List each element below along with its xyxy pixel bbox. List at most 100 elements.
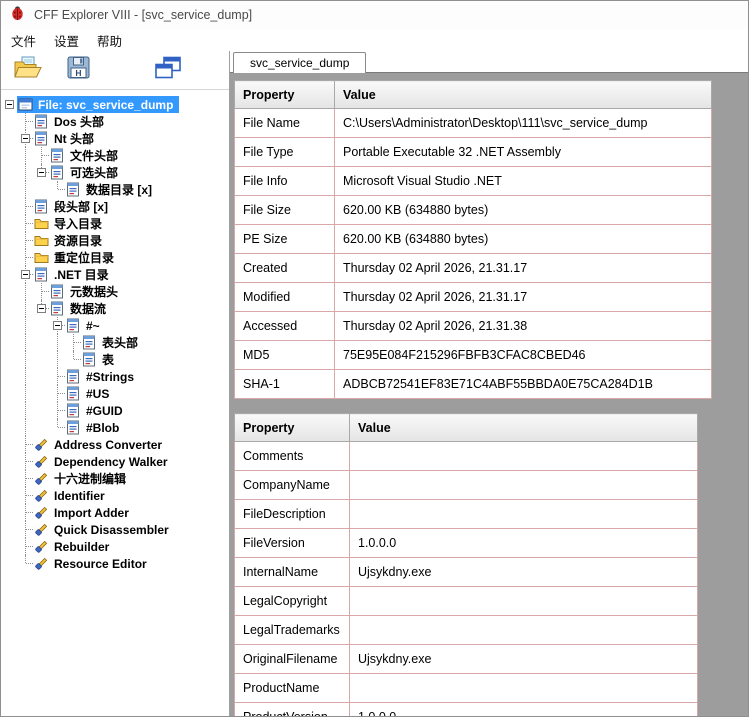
grid-row-fileversion[interactable]: FileVersion 1.0.0.0 — [234, 528, 698, 558]
grid-row-legaltrademarks[interactable]: LegalTrademarks — [234, 615, 698, 645]
tree-item-label: Resource Editor — [54, 556, 147, 571]
tree-item-address-converter[interactable]: Address Converter — [1, 436, 229, 453]
tree-item-file-header[interactable]: 文件头部 — [1, 147, 229, 164]
tree-guide — [33, 181, 49, 198]
grid-row-sha-1[interactable]: SHA-1 ADBCB72541EF83E71C4ABF55BBDA0E75CA2… — [234, 369, 712, 399]
tree-item-resource-directory[interactable]: 资源目录 — [1, 232, 229, 249]
tree-item-optional-header[interactable]: 可选头部 — [1, 164, 229, 181]
tree-item-nt-headers[interactable]: Nt 头部 — [1, 130, 229, 147]
tree-item-relocation-directory[interactable]: 重定位目录 — [1, 249, 229, 266]
tree-guide — [1, 300, 17, 317]
tree-expander-minus[interactable] — [36, 168, 46, 177]
tree-expander-minus[interactable] — [52, 321, 62, 330]
tree-item-content: 数据流 — [49, 300, 112, 317]
tree-guide — [17, 555, 33, 572]
tree-item-net-directory[interactable]: .NET 目录 — [1, 266, 229, 283]
tree-item-streams[interactable]: 数据流 — [1, 300, 229, 317]
tree-expander-minus[interactable] — [20, 134, 30, 143]
tree-item-file-root[interactable]: File: svc_service_dump — [1, 96, 229, 113]
tree-guide — [1, 504, 17, 521]
tree-guide — [1, 538, 17, 555]
tree-guide — [17, 419, 33, 436]
tree-guide — [17, 521, 33, 538]
grid-row-comments[interactable]: Comments — [234, 441, 698, 471]
tree-item-label: Address Converter — [54, 437, 163, 452]
menu-help[interactable]: 帮助 — [88, 29, 131, 52]
tree-item-data-directories[interactable]: 数据目录 [x] — [1, 181, 229, 198]
tree-item-identifier[interactable]: Identifier — [1, 487, 229, 504]
tree-guide — [1, 249, 17, 266]
tree-expander-minus[interactable] — [4, 100, 14, 109]
tree-guide — [17, 130, 33, 147]
grid-row-productversion[interactable]: ProductVersion1.0.0.0 — [234, 702, 698, 716]
tree-item-tables-header[interactable]: 表头部 — [1, 334, 229, 351]
tree-item-rebuilder[interactable]: Rebuilder — [1, 538, 229, 555]
save-file-button[interactable]: H — [61, 54, 95, 86]
header-icon — [49, 284, 65, 300]
tree-item-label: Rebuilder — [54, 539, 110, 554]
open-file-button[interactable] — [11, 54, 45, 86]
switch-windows-button[interactable] — [151, 54, 185, 86]
property-cell: PE Size — [234, 224, 335, 254]
tree-item-tables[interactable]: 表 — [1, 351, 229, 368]
tree-item-stream-blob[interactable]: #Blob — [1, 419, 229, 436]
tree-guide — [17, 283, 33, 300]
folder-icon — [33, 233, 49, 249]
tree-expander-minus[interactable] — [36, 304, 46, 313]
tree-item-section-headers[interactable]: 段头部 [x] — [1, 198, 229, 215]
tree-item-stream-strings[interactable]: #Strings — [1, 368, 229, 385]
grid-row-originalfilename[interactable]: OriginalFilename Ujsykdny.exe — [234, 644, 698, 674]
header-icon — [33, 199, 49, 215]
tree-guide — [17, 249, 33, 266]
menu-file[interactable]: 文件 — [2, 29, 45, 52]
grid-row-modified[interactable]: Modified Thursday 02 April 2026, 21.31.17 — [234, 282, 712, 312]
grid-row-accessed[interactable]: Accessed Thursday 02 April 2026, 21.31.38 — [234, 311, 712, 341]
grid-row-pe-size[interactable]: PE Size 620.00 KB (634880 bytes) — [234, 224, 712, 254]
tree-guide — [33, 147, 49, 164]
grid-row-file-size[interactable]: File Size 620.00 KB (634880 bytes) — [234, 195, 712, 225]
value-cell: 75E95E084F215296FBFB3CFAC8CBED46 — [334, 340, 712, 370]
grid-row-file-name[interactable]: File Name C:\Users\Administrator\Desktop\… — [234, 108, 712, 138]
tree-item-import-directory[interactable]: 导入目录 — [1, 215, 229, 232]
tool-icon — [33, 556, 49, 572]
tree-item-dos-header[interactable]: Dos 头部 — [1, 113, 229, 130]
tree-item-resource-editor[interactable]: Resource Editor — [1, 555, 229, 572]
header-icon — [81, 352, 97, 368]
tree-item-content: 文件头部 — [49, 147, 124, 164]
tree-item-stream-tilde[interactable]: #~ — [1, 317, 229, 334]
value-cell — [349, 470, 698, 500]
tree-item-stream-guid[interactable]: #GUID — [1, 402, 229, 419]
grid-row-file-info[interactable]: File Info Microsoft Visual Studio .NET — [234, 166, 712, 196]
tree-guide — [33, 334, 49, 351]
tree-guide — [1, 402, 17, 419]
tree-item-quick-disassembler[interactable]: Quick Disassembler — [1, 521, 229, 538]
tree-item-content: 数据目录 [x] — [65, 181, 158, 198]
grid-row-file-type[interactable]: File Type Portable Executable 32 .NET Ass… — [234, 137, 712, 167]
tree-item-label: 数据流 — [70, 302, 107, 316]
tree-item-stream-us[interactable]: #US — [1, 385, 229, 402]
app-window: CFF Explorer VIII - [svc_service_dump] 文… — [0, 0, 749, 717]
grid-row-created[interactable]: Created Thursday 02 April 2026, 21.31.17 — [234, 253, 712, 283]
grid-row-legalcopyright[interactable]: LegalCopyright — [234, 586, 698, 616]
property-cell: FileVersion — [234, 528, 350, 558]
grid-row-companyname[interactable]: CompanyName — [234, 470, 698, 500]
grid-row-internalname[interactable]: InternalName Ujsykdny.exe — [234, 557, 698, 587]
menu-settings[interactable]: 设置 — [45, 29, 88, 52]
tree-item-hex-editor[interactable]: 十六进制编辑 — [1, 470, 229, 487]
tree-item-content: 元数据头 — [49, 283, 124, 300]
tree-item-dependency-walker[interactable]: Dependency Walker — [1, 453, 229, 470]
grid-row-productname[interactable]: ProductName — [234, 673, 698, 703]
tree-guide — [49, 402, 65, 419]
tree-guide — [17, 147, 33, 164]
grid-row-filedescription[interactable]: FileDescription — [234, 499, 698, 529]
property-cell: File Info — [234, 166, 335, 196]
tree-item-content: .NET 目录 — [33, 266, 115, 283]
header-icon — [49, 301, 65, 317]
tree-guide — [49, 368, 65, 385]
tree-expander-minus[interactable] — [20, 270, 30, 279]
grid-row-md5[interactable]: MD5 75E95E084F215296FBFB3CFAC8CBED46 — [234, 340, 712, 370]
tab-svc-service-dump[interactable]: svc_service_dump — [233, 52, 367, 73]
tree-item-metadata-header[interactable]: 元数据头 — [1, 283, 229, 300]
window-title: CFF Explorer VIII - [svc_service_dump] — [34, 8, 253, 22]
tree-item-import-adder[interactable]: Import Adder — [1, 504, 229, 521]
